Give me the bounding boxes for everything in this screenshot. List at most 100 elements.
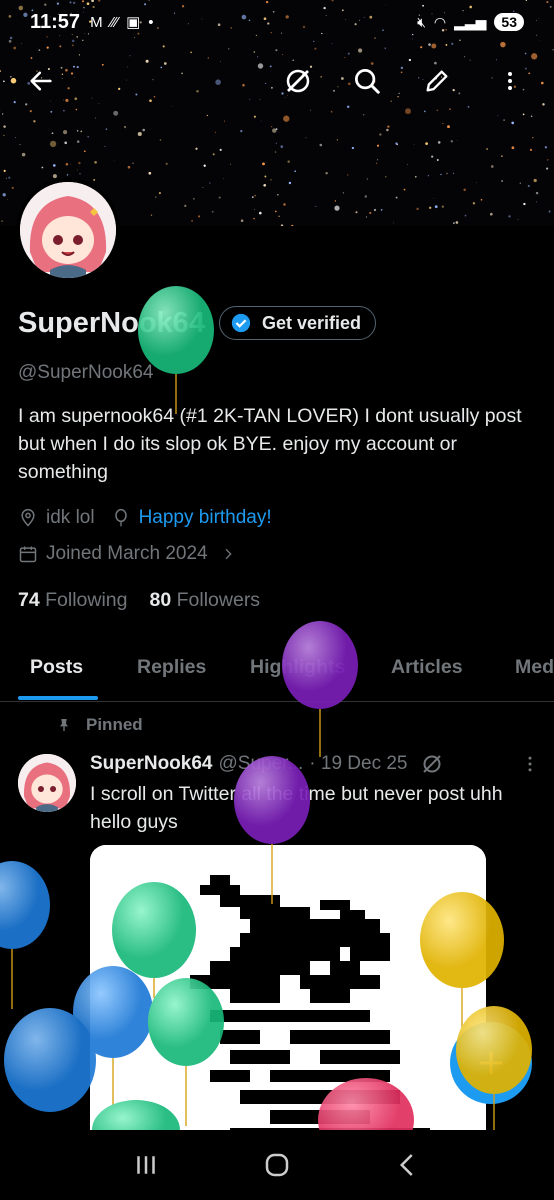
anime-girl-avatar-image — [18, 754, 76, 812]
star — [198, 215, 201, 218]
blue-balloon — [0, 861, 50, 949]
more-vertical-icon[interactable] — [520, 752, 540, 776]
search-button[interactable] — [345, 59, 389, 103]
star — [452, 172, 455, 174]
star — [511, 121, 515, 125]
star — [490, 165, 494, 168]
star — [447, 125, 450, 129]
joined-text: Joined March 2024 — [46, 543, 208, 564]
star — [274, 210, 277, 213]
more-button[interactable] — [488, 59, 532, 103]
star — [113, 110, 119, 116]
star — [287, 160, 290, 163]
star — [283, 203, 286, 206]
back-nav-icon[interactable] — [393, 1150, 423, 1180]
star — [463, 188, 466, 192]
location-text: idk lol — [46, 507, 95, 528]
star — [450, 140, 454, 143]
star — [21, 152, 26, 157]
star — [455, 221, 459, 224]
pencil-icon — [426, 70, 448, 92]
tab-articles[interactable]: Articles — [391, 656, 463, 679]
star — [546, 167, 549, 170]
sim-icon: ▣ — [126, 14, 141, 31]
signal-icon: ▂▃▅ — [454, 13, 487, 30]
star — [511, 146, 515, 150]
star — [29, 109, 32, 113]
star — [195, 147, 198, 150]
star — [263, 183, 267, 187]
star — [395, 142, 398, 145]
star — [258, 211, 262, 215]
balloon-icon — [114, 508, 127, 527]
star — [251, 196, 254, 198]
recents-icon[interactable] — [131, 1150, 161, 1180]
tweet-media-image[interactable] — [90, 845, 486, 1145]
tab-media[interactable]: Media — [515, 656, 554, 679]
star — [64, 141, 68, 145]
star — [342, 192, 345, 194]
star — [150, 214, 153, 216]
top-nav — [0, 54, 554, 110]
star — [336, 139, 339, 141]
star — [376, 144, 380, 147]
followers-label: Followers — [176, 589, 261, 611]
star — [1, 220, 3, 222]
gmail-icon: M — [90, 13, 103, 31]
star — [49, 140, 57, 148]
birthday-link[interactable]: Happy birthday! — [139, 507, 272, 529]
star — [63, 109, 65, 112]
pinned-label: Pinned — [86, 715, 143, 734]
star — [79, 173, 81, 175]
star — [375, 162, 378, 164]
grok-button[interactable] — [276, 59, 320, 103]
star — [364, 195, 368, 198]
star — [224, 120, 225, 122]
tweet-avatar[interactable] — [18, 754, 76, 812]
star — [315, 205, 317, 208]
star — [434, 205, 438, 209]
star — [253, 217, 255, 220]
star — [347, 174, 349, 176]
star — [223, 178, 224, 179]
anime-girl-avatar-image — [20, 182, 116, 278]
mute-icon: 🔇︎ — [417, 13, 426, 30]
star — [219, 148, 222, 152]
tab-highlights[interactable]: Highlights — [250, 656, 345, 679]
star — [3, 169, 6, 173]
grok-icon[interactable] — [420, 752, 444, 776]
star — [211, 210, 214, 213]
get-verified-button[interactable]: Get verified — [218, 306, 376, 340]
star — [532, 137, 534, 139]
tab-replies[interactable]: Replies — [137, 656, 206, 679]
star — [416, 207, 419, 211]
edit-button[interactable] — [415, 59, 459, 103]
joined-row[interactable]: Joined March 2024 — [18, 543, 236, 565]
star — [202, 187, 204, 189]
tweet-author-handle[interactable]: @Super... — [218, 753, 303, 775]
star — [19, 143, 21, 145]
star — [46, 46, 49, 49]
compose-button[interactable] — [450, 1022, 532, 1104]
star — [253, 115, 256, 118]
status-time: 11:57 — [30, 10, 81, 33]
home-icon[interactable] — [262, 1150, 292, 1180]
tweet-date[interactable]: · 19 Dec 25 — [309, 753, 407, 775]
followers-count: 80 — [149, 589, 172, 611]
star — [95, 117, 96, 119]
tweet-author-name[interactable]: SuperNook64 — [90, 753, 212, 775]
star — [517, 218, 519, 220]
back-button[interactable] — [19, 59, 63, 103]
star — [283, 115, 290, 122]
star — [193, 198, 195, 200]
star — [280, 224, 284, 226]
star — [104, 146, 106, 148]
profile-avatar[interactable] — [16, 178, 120, 282]
following-link[interactable]: 74 Following — [18, 589, 128, 612]
star — [440, 173, 442, 176]
profile-handle: @SuperNook64 — [18, 362, 154, 383]
star — [294, 170, 297, 173]
followers-link[interactable]: 80 Followers — [150, 589, 261, 612]
tab-posts[interactable]: Posts — [30, 656, 83, 679]
star — [165, 162, 168, 165]
